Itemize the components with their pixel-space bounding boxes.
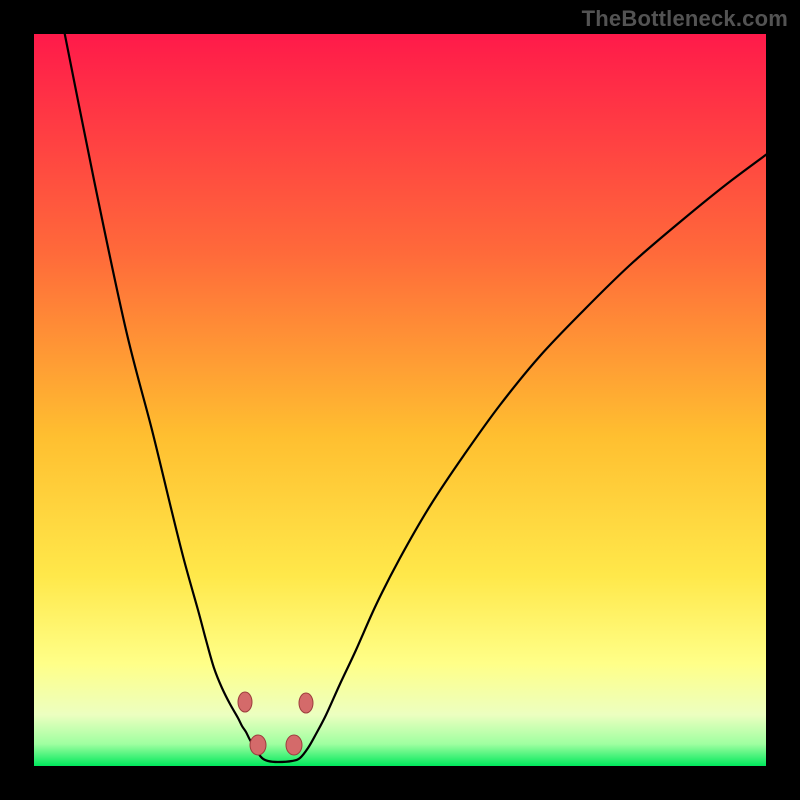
watermark-text: TheBottleneck.com: [582, 6, 788, 32]
curve-marker: [250, 735, 266, 755]
curve-marker: [299, 693, 313, 713]
chart-container: { "watermark": "TheBottleneck.com", "col…: [0, 0, 800, 800]
curve-marker: [238, 692, 252, 712]
curve-marker: [286, 735, 302, 755]
plot-svg: [0, 0, 800, 800]
